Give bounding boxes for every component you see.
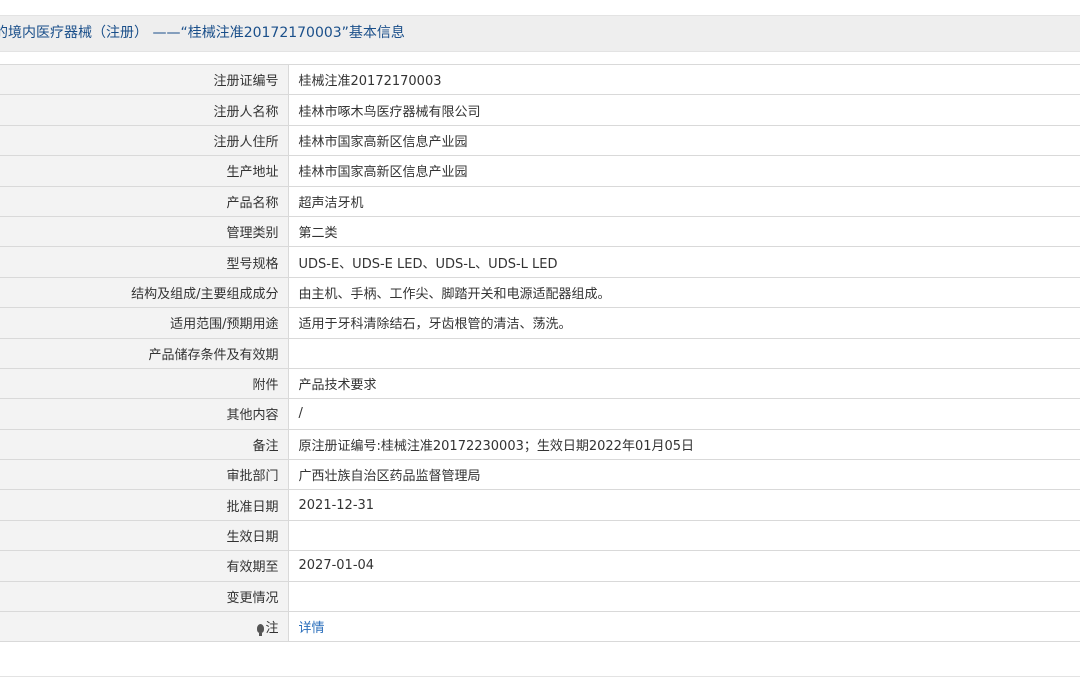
row-value: 第二类 [288, 215, 1080, 248]
row-value: 广西壮族自治区药品监督管理局 [288, 459, 1080, 491]
row-label: 型号规格 [0, 246, 289, 278]
row-label: 产品储存条件及有效期 [0, 337, 289, 369]
row-value: 超声洁牙机 [288, 185, 1080, 217]
row-value: 原注册证编号:桂械注准20172230003；生效日期2022年01月05日 [288, 428, 1080, 461]
row-value [288, 580, 1080, 613]
row-value: 2021-12-31 [288, 489, 1080, 521]
table-row: 产品名称 超声洁牙机 [0, 185, 1080, 217]
row-label: 备注 [0, 428, 289, 461]
table-row: 注册人住所 桂林市国家高新区信息产业园 [0, 124, 1080, 157]
row-label: 变更情况 [0, 580, 289, 613]
table-row: 备注 原注册证编号:桂械注准20172230003；生效日期2022年01月05… [0, 428, 1080, 461]
table-row: 注册人名称 桂林市啄木鸟医疗器械有限公司 [0, 94, 1080, 126]
row-value: UDS-E、UDS-E LED、UDS-L、UDS-L LED [288, 246, 1080, 278]
table-row: 审批部门 广西壮族自治区药品监督管理局 [0, 459, 1080, 491]
row-label: 附件 [0, 367, 289, 400]
table-row: 产品储存条件及有效期 [0, 337, 1080, 369]
row-value [288, 519, 1080, 552]
row-label: 注册人名称 [0, 94, 289, 126]
table-row: 管理类别 第二类 [0, 215, 1080, 248]
row-label: 管理类别 [0, 215, 289, 248]
table-row: 适用范围/预期用途 适用于牙科清除结石，牙齿根管的清洁、荡洗。 [0, 307, 1080, 339]
bulb-icon [257, 624, 265, 637]
row-value: 适用于牙科清除结石，牙齿根管的清洁、荡洗。 [288, 307, 1080, 339]
table-row: 型号规格 UDS-E、UDS-E LED、UDS-L、UDS-L LED [0, 246, 1080, 278]
title-bar: 的境内医疗器械（注册） ——“桂械注准20172170003”基本信息 [0, 15, 1080, 52]
row-label: 结构及组成/主要组成成分 [0, 276, 289, 309]
row-label: 注册证编号 [0, 63, 289, 96]
row-label: 注册人住所 [0, 124, 289, 157]
row-value: 2027-01-04 [288, 550, 1080, 582]
note-row: 注 详情 [0, 611, 1080, 643]
row-value: 产品技术要求 [288, 367, 1080, 400]
row-label: 产品名称 [0, 185, 289, 217]
row-label: 审批部门 [0, 459, 289, 491]
table-row: 生效日期 [0, 519, 1080, 552]
table-row: 附件 产品技术要求 [0, 367, 1080, 400]
row-value: 桂林市国家高新区信息产业园 [288, 124, 1080, 157]
table-row: 注册证编号 桂械注准20172170003 [0, 63, 1080, 96]
table-row: 变更情况 [0, 580, 1080, 613]
row-label: 有效期至 [0, 550, 289, 582]
row-label: 其他内容 [0, 398, 289, 430]
note-label-cell: 注 [0, 611, 289, 643]
table-row: 批准日期 2021-12-31 [0, 489, 1080, 521]
row-value: 桂械注准20172170003 [288, 63, 1080, 96]
row-value: / [288, 398, 1080, 430]
row-label: 适用范围/预期用途 [0, 307, 289, 339]
row-value: 桂林市国家高新区信息产业园 [288, 155, 1080, 187]
note-label: 注 [265, 621, 279, 637]
table-row: 生产地址 桂林市国家高新区信息产业园 [0, 155, 1080, 187]
row-value: 桂林市啄木鸟医疗器械有限公司 [288, 94, 1080, 126]
bottom-divider [0, 676, 1080, 677]
page-title: 的境内医疗器械（注册） ——“桂械注准20172170003”基本信息 [0, 25, 405, 41]
note-value-cell: 详情 [288, 611, 1080, 643]
info-table: 注册证编号 桂械注准20172170003 注册人名称 桂林市啄木鸟医疗器械有限… [0, 63, 1080, 643]
row-label: 生效日期 [0, 519, 289, 552]
row-value: 由主机、手柄、工作尖、脚踏开关和电源适配器组成。 [288, 276, 1080, 309]
table-row: 其他内容 / [0, 398, 1080, 430]
row-value [288, 337, 1080, 369]
row-label: 生产地址 [0, 155, 289, 187]
row-label: 批准日期 [0, 489, 289, 521]
detail-link[interactable]: 详情 [299, 621, 325, 636]
table-row: 有效期至 2027-01-04 [0, 550, 1080, 582]
page: 的境内医疗器械（注册） ——“桂械注准20172170003”基本信息 注册证编… [0, 0, 1080, 689]
table-row: 结构及组成/主要组成成分 由主机、手柄、工作尖、脚踏开关和电源适配器组成。 [0, 276, 1080, 309]
